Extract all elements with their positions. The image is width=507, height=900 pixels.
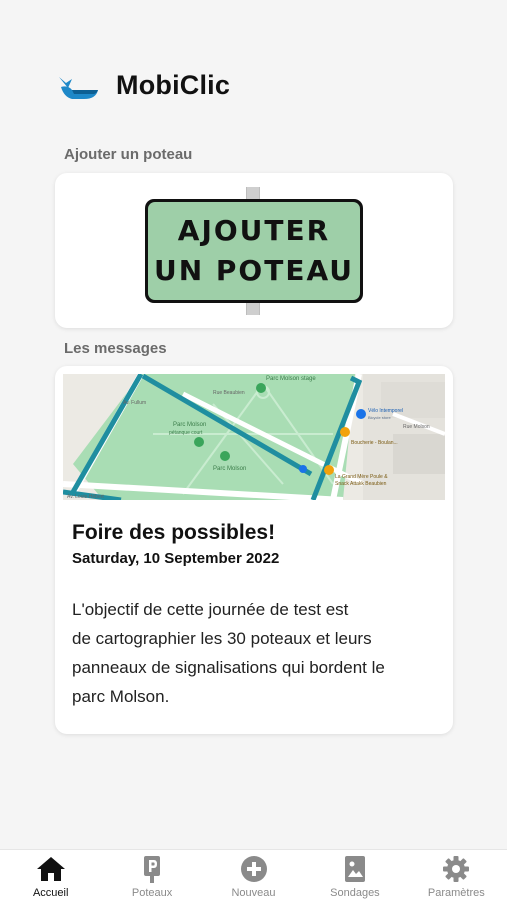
map-label-louis-hebert: Av. Louis-Hébert — [67, 494, 104, 500]
message-date: Saturday, 10 September 2022 — [72, 550, 280, 567]
home-icon — [36, 857, 65, 881]
tab-poteaux[interactable]: Poteaux — [101, 850, 202, 900]
tab-accueil[interactable]: Accueil — [0, 850, 101, 900]
map-label-fullum: Av. Fullum — [123, 400, 146, 406]
add-pole-button[interactable]: AJOUTER UN POTEAU — [145, 199, 363, 303]
tab-label: Nouveau — [231, 887, 276, 899]
map-label-park-2: Parc Molson — [213, 466, 246, 472]
survey-image-icon — [344, 856, 365, 882]
tab-nouveau[interactable]: Nouveau — [203, 850, 304, 900]
tab-label: Poteaux — [131, 887, 173, 899]
tab-parametres[interactable]: Paramètres — [406, 850, 507, 900]
message-body-line: L'objectif de cette journée de test est — [72, 600, 349, 619]
add-pole-section-label: Ajouter un poteau — [64, 146, 193, 163]
tab-label: Sondages — [330, 887, 380, 899]
bottom-tab-bar: Accueil Poteaux Nouveau Sondages Paramèt… — [0, 849, 507, 900]
map-label-boucherie: Boucherie - Boulan... — [351, 440, 398, 446]
whale-logo-icon — [59, 76, 98, 99]
message-body-line: parc Molson. — [72, 687, 170, 706]
app-header: MobiClic — [58, 70, 230, 101]
map-label-petanque: pétanque court — [169, 430, 203, 436]
message-title: Foire des possibles! — [72, 521, 276, 544]
add-pole-card[interactable]: AJOUTER UN POTEAU — [55, 173, 453, 328]
map-label-beaubien: Rue Beaubien — [213, 390, 245, 396]
tab-label: Paramètres — [427, 887, 485, 899]
gear-icon — [443, 856, 470, 882]
message-body-line: de cartographier les 30 poteaux et leurs — [72, 629, 372, 648]
map-label-velo-sub: Bicycle store — [368, 415, 391, 420]
sign-text-line2: UN POTEAU — [153, 254, 354, 287]
parking-sign-icon — [144, 856, 161, 883]
sign-text-line1: AJOUTER — [177, 214, 331, 247]
add-circle-icon — [240, 856, 267, 882]
map-label-rue-molson: Rue Molson — [403, 424, 430, 430]
map-label-park: Parc Molson — [173, 422, 206, 428]
message-body-line: panneaux de signalisations qui bordent l… — [72, 658, 385, 677]
map-label-snack: Snack Attakk Beaubien — [335, 481, 387, 487]
app-title: MobiClic — [116, 70, 231, 100]
tab-sondages[interactable]: Sondages — [304, 850, 405, 900]
messages-section-label: Les messages — [64, 340, 167, 357]
add-pole-sign: AJOUTER UN POTEAU — [148, 202, 360, 300]
map-label-grand-mere: La Grand Mère Poule & — [335, 474, 388, 480]
map-label-velo: Vélo Intemporel — [368, 408, 403, 414]
add-pole-sign-illustration: AJOUTER UN POTEAU — [55, 173, 453, 328]
tab-label: Accueil — [32, 887, 69, 899]
map-label-stage: Parc Molson stage — [266, 376, 316, 382]
message-card[interactable]: Parc Molson stage Parc Molson pétanque c… — [55, 366, 453, 734]
message-map-image: Parc Molson stage Parc Molson pétanque c… — [63, 374, 445, 500]
message-body: L'objectif de cette journée de test est … — [72, 595, 442, 711]
